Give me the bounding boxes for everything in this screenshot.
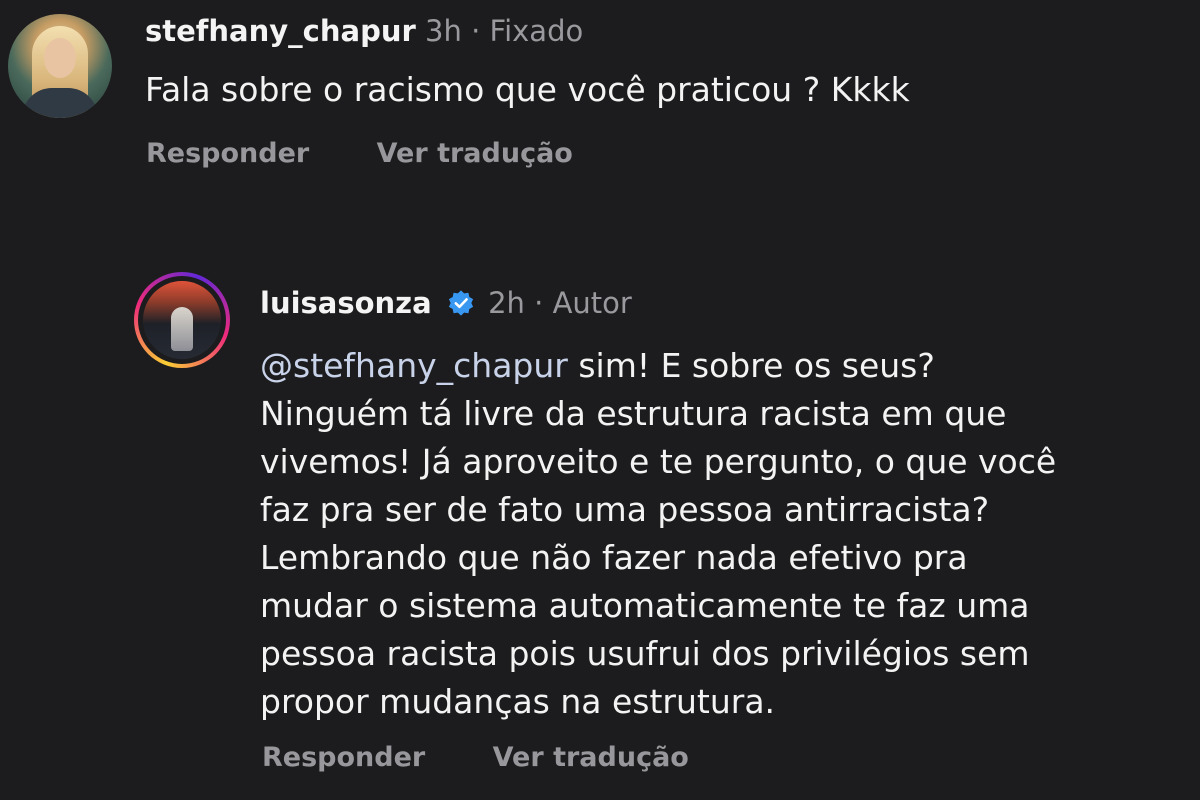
reply-comment-item: luisasonza 2h · Autor @stefhany_chapur s… <box>0 260 1200 800</box>
verified-badge-icon <box>448 290 473 316</box>
comment-text-line: propor mudanças na estrutura. <box>260 682 776 721</box>
comment-text: @stefhany_chapur sim! E sobre os seus? N… <box>260 342 1056 726</box>
comment-username[interactable]: stefhany_chapur <box>145 14 416 48</box>
comment-meta: stefhany_chapur 3h · Fixado <box>145 14 583 48</box>
mention-link[interactable]: @stefhany_chapur <box>260 346 568 385</box>
comment-text: Fala sobre o racismo que você praticou ?… <box>145 66 910 114</box>
meta-separator: · <box>534 286 544 320</box>
avatar-face <box>44 38 76 78</box>
comment-time: 3h <box>425 14 462 48</box>
comment-text-line: Fala sobre o racismo que você praticou ?… <box>145 70 910 109</box>
comment-actions: Responder Ver tradução <box>262 742 689 773</box>
comment-text-line: Lembrando que não fazer nada efetivo pra <box>260 538 968 577</box>
avatar-ring-gap <box>138 276 226 364</box>
comment-text-line: faz pra ser de fato uma pessoa antirraci… <box>260 490 990 529</box>
reply-button[interactable]: Responder <box>262 742 425 773</box>
avatar-figure <box>171 307 193 351</box>
avatar[interactable] <box>8 14 112 118</box>
story-ring[interactable] <box>134 272 230 368</box>
comment-meta: luisasonza 2h · Autor <box>260 286 632 320</box>
comment-text-line: mudar o sistema automaticamente te faz u… <box>260 586 1030 625</box>
comment-item: stefhany_chapur 3h · Fixado Fala sobre o… <box>0 0 1200 200</box>
comment-text-line: Ninguém tá livre da estrutura racista em… <box>260 394 1007 433</box>
author-label: Autor <box>552 286 632 320</box>
translate-button[interactable]: Ver tradução <box>493 742 689 773</box>
comment-text-fragment: sim! E sobre os seus? <box>567 346 935 385</box>
comment-actions: Responder Ver tradução <box>146 138 573 169</box>
comment-text-line: @stefhany_chapur sim! E sobre os seus? <box>260 342 1056 390</box>
comment-username[interactable]: luisasonza <box>260 286 432 320</box>
avatar <box>143 281 221 359</box>
comment-text-line: pessoa racista pois usufrui dos privilég… <box>260 634 1030 673</box>
reply-button[interactable]: Responder <box>146 138 309 169</box>
translate-button[interactable]: Ver tradução <box>377 138 573 169</box>
pinned-label: Fixado <box>489 14 584 48</box>
comment-text-line: vivemos! Já aproveito e te pergunto, o q… <box>260 442 1057 481</box>
comment-time: 2h <box>488 286 525 320</box>
meta-separator: · <box>471 14 481 48</box>
